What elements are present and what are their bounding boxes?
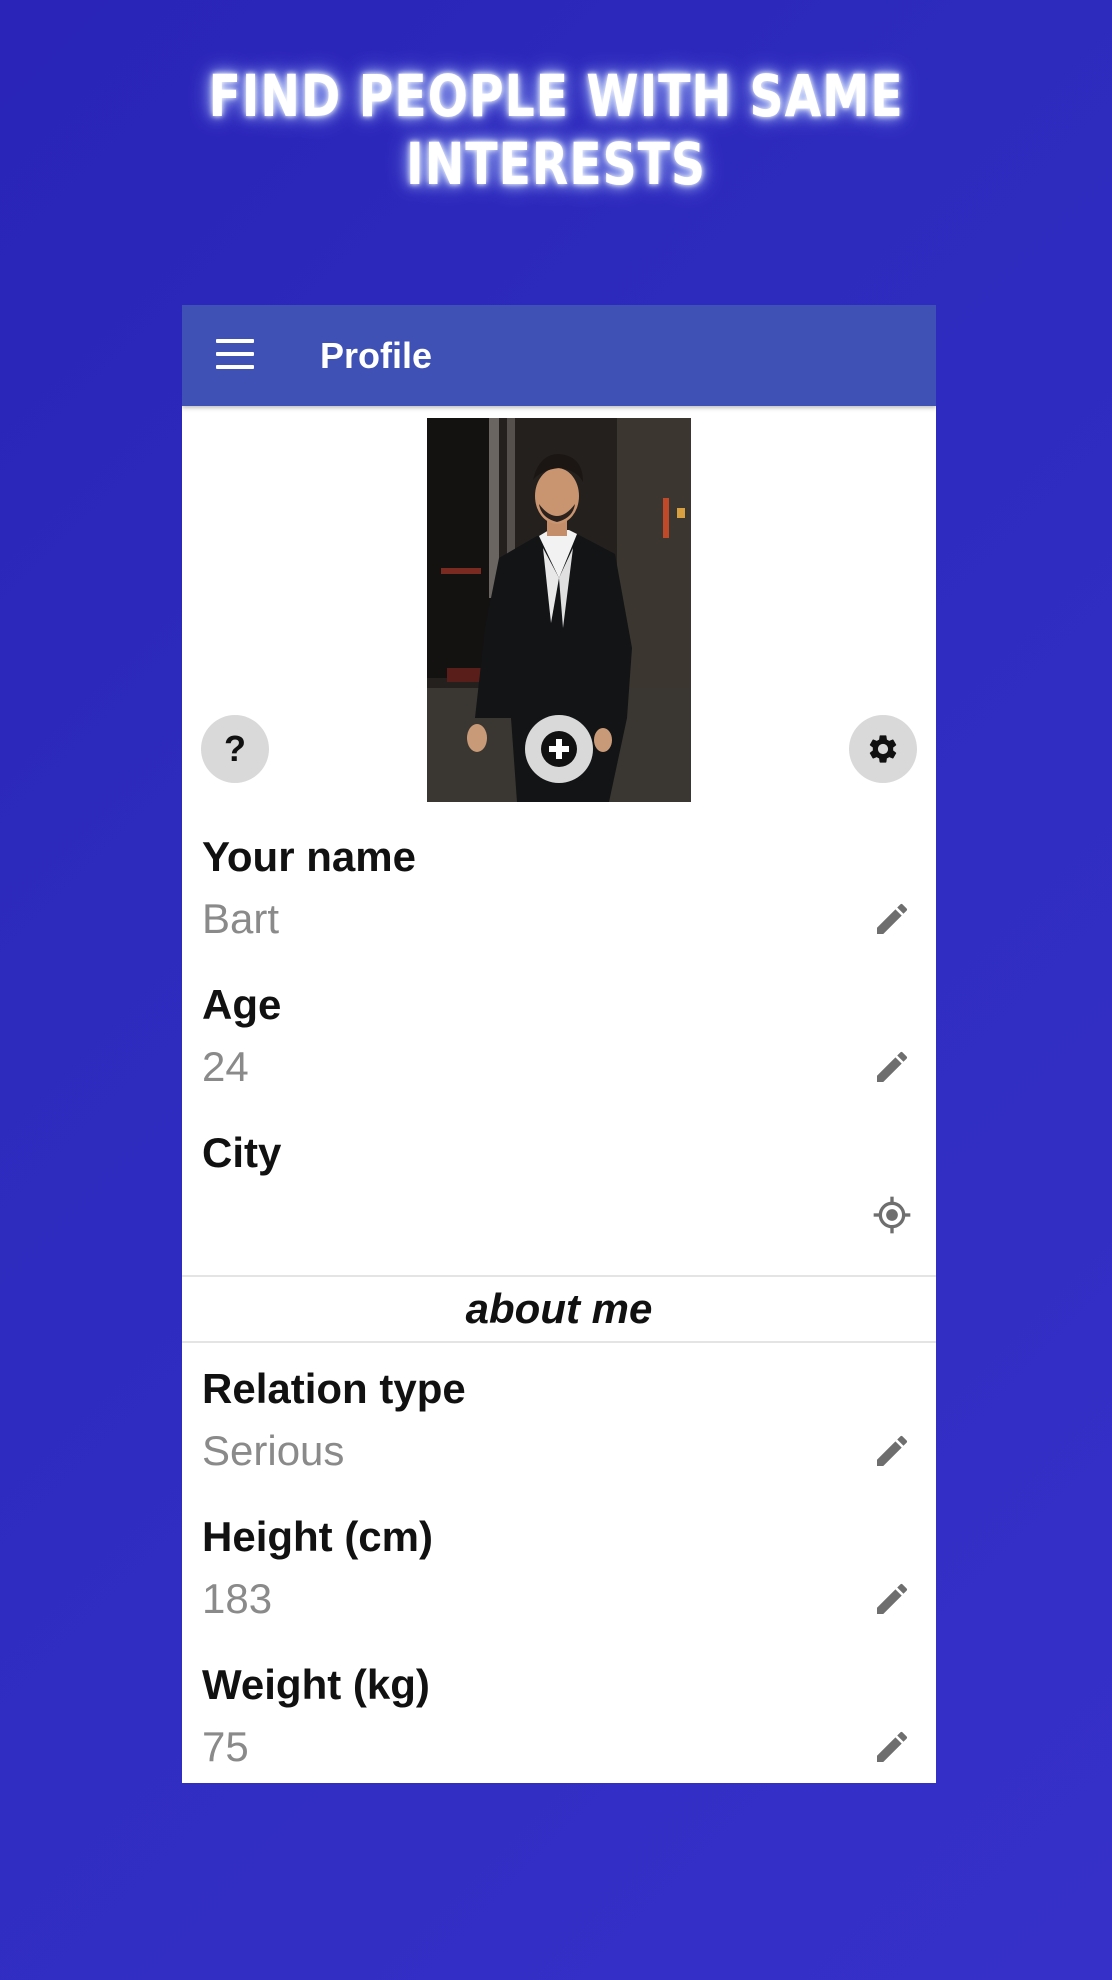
phone-screen: Profile ? Your name Bart Age 24 City abo…: [182, 305, 936, 1783]
add-photo-button[interactable]: [525, 715, 593, 783]
gear-icon: [869, 735, 897, 763]
about-me-heading: about me: [465, 1285, 653, 1332]
relation-type-value: Serious: [202, 1427, 345, 1474]
weight-value: 75: [202, 1723, 249, 1770]
help-button[interactable]: ?: [201, 715, 269, 783]
divider: [182, 1341, 936, 1343]
divider: [182, 1275, 936, 1277]
height-label: Height (cm): [202, 1513, 433, 1560]
question-icon: ?: [224, 728, 246, 769]
pencil-icon[interactable]: [872, 1579, 912, 1619]
app-bar-title: Profile: [320, 335, 433, 376]
crosshair-location-icon[interactable]: [872, 1195, 912, 1235]
age-label: Age: [202, 981, 282, 1028]
height-value: 183: [202, 1575, 273, 1622]
pencil-icon[interactable]: [872, 1431, 912, 1471]
pencil-icon[interactable]: [872, 1047, 912, 1087]
settings-button[interactable]: [849, 715, 917, 783]
pencil-icon[interactable]: [872, 1727, 912, 1767]
headline: FIND PEOPLE WITH SAME INTERESTS: [208, 62, 904, 198]
relation-type-label: Relation type: [202, 1365, 466, 1412]
pencil-icon[interactable]: [872, 899, 912, 939]
age-value: 24: [202, 1043, 249, 1090]
hamburger-menu-icon[interactable]: [216, 339, 254, 369]
city-label: City: [202, 1129, 282, 1176]
add-circle-icon: [541, 731, 577, 767]
weight-label: Weight (kg): [202, 1661, 430, 1708]
name-label: Your name: [202, 833, 416, 880]
name-value: Bart: [202, 895, 280, 942]
app-bar: Profile: [182, 305, 936, 406]
